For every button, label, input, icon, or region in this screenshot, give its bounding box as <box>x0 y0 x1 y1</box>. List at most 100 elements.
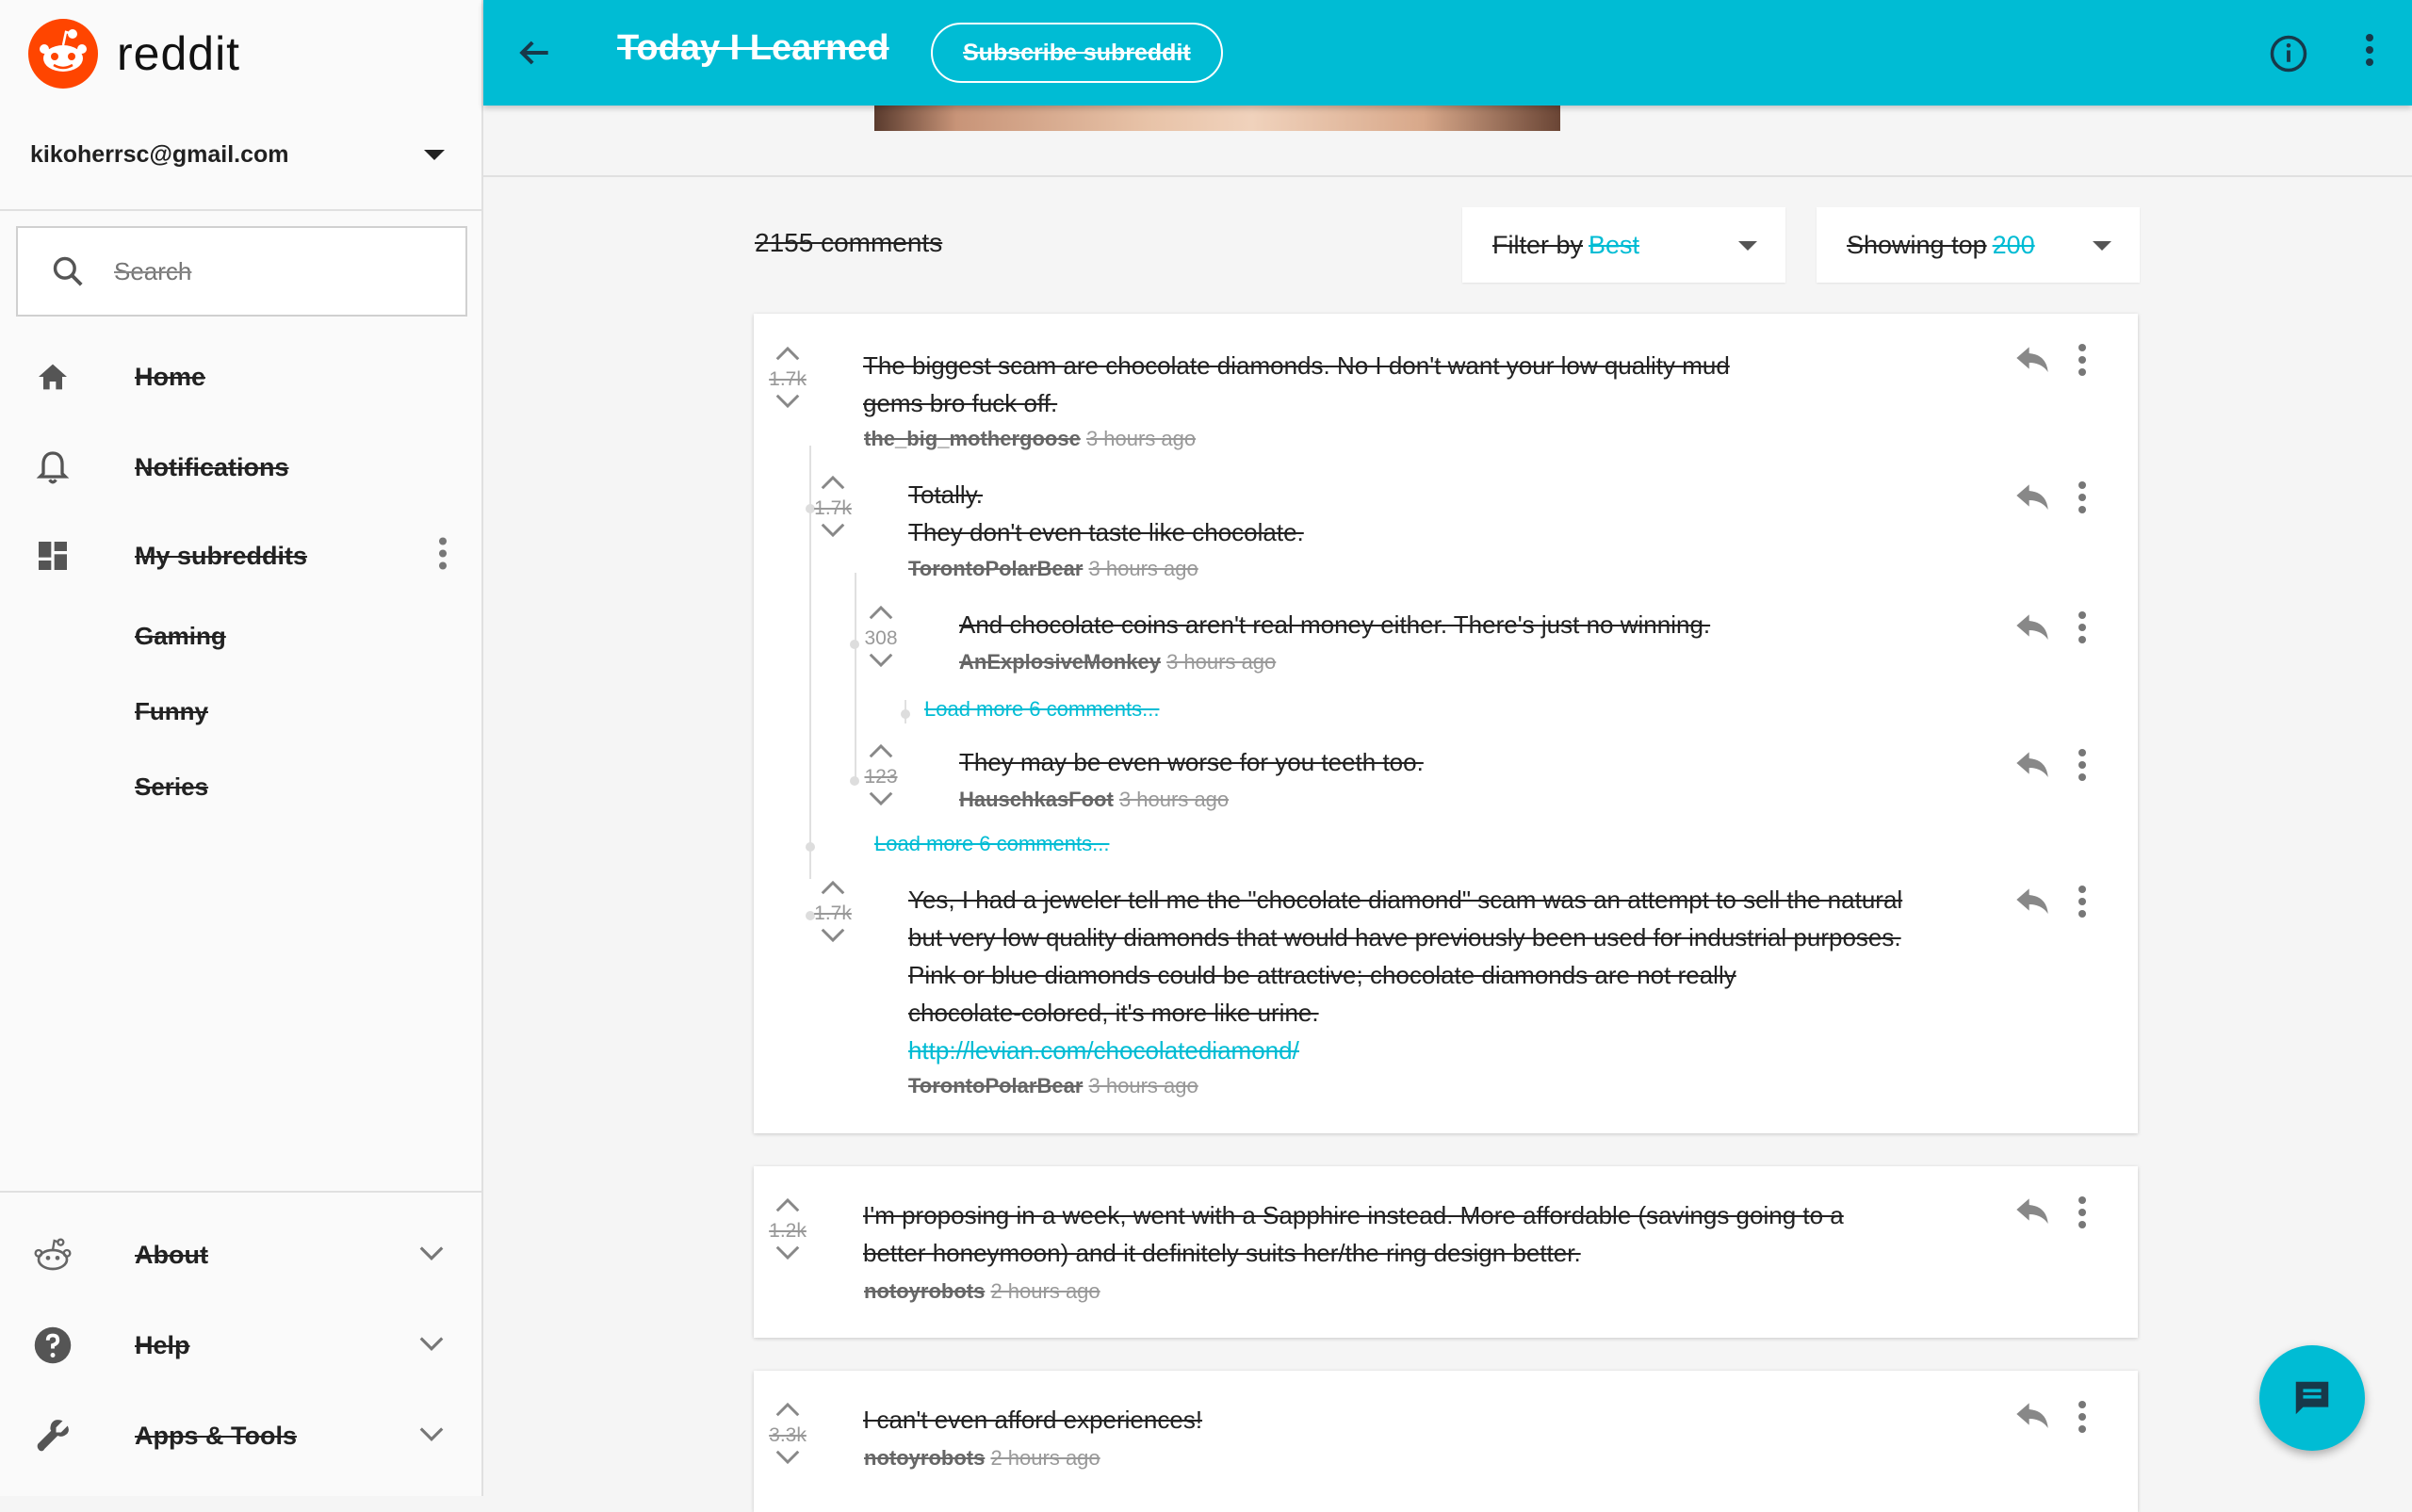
nav-apps-tools[interactable]: Apps & Tools <box>0 1393 483 1478</box>
comment-link[interactable]: http://levian.com/chocolatediamond/ <box>908 1032 1982 1069</box>
reddit-logo[interactable]: reddit <box>28 19 240 89</box>
downvote-icon[interactable] <box>774 1449 802 1466</box>
comment-text-line: I'm proposing in a week, went with a Sap… <box>863 1201 1844 1229</box>
nav-help[interactable]: Help <box>0 1303 483 1388</box>
load-more-link[interactable]: Load more 6 comments... <box>924 697 1159 722</box>
reply-icon[interactable] <box>2013 747 2051 784</box>
subreddit-item-series[interactable]: Series <box>135 772 208 802</box>
downvote-icon[interactable] <box>819 522 847 539</box>
nav-help-label: Help <box>135 1330 190 1359</box>
comment-text-line: chocolate-colored, it's more like urine. <box>908 999 1319 1027</box>
comment-author[interactable]: TorontoPolarBear <box>908 1074 1083 1097</box>
showing-label: Showing top <box>1847 230 1987 259</box>
comment-more-icon[interactable] <box>2078 886 2087 922</box>
upvote-icon[interactable] <box>819 879 847 896</box>
caret-down-icon <box>424 150 445 160</box>
upvote-icon[interactable] <box>867 604 895 621</box>
comment-author[interactable]: notoyrobots <box>864 1279 985 1303</box>
chat-icon <box>2295 1381 2329 1415</box>
comment-text-line: The biggest scam are chocolate diamonds.… <box>863 351 1730 380</box>
comment-author[interactable]: TorontoPolarBear <box>908 557 1083 580</box>
search-input[interactable] <box>114 256 434 286</box>
showing-value: 200 <box>1992 230 2035 259</box>
downvote-icon[interactable] <box>819 927 847 944</box>
comment-more-icon[interactable] <box>2078 344 2087 381</box>
wrench-icon <box>32 1415 73 1456</box>
reply-icon[interactable] <box>2013 884 2051 920</box>
upvote-icon[interactable] <box>774 1401 802 1418</box>
back-arrow-icon[interactable] <box>513 32 555 78</box>
comment-meta: TorontoPolarBear 3 hours ago <box>908 1074 1198 1098</box>
vote-control: 1.7k <box>764 345 811 415</box>
dropdown-arrow-icon <box>1738 241 1757 251</box>
more-vert-icon[interactable] <box>2365 34 2374 71</box>
reply-icon[interactable] <box>2013 1194 2051 1230</box>
comment-body: The biggest scam are chocolate diamonds.… <box>863 347 1805 422</box>
reply-icon[interactable] <box>2013 480 2051 516</box>
comment-text-line: Pink or blue diamonds could be attractiv… <box>908 961 1736 989</box>
upvote-icon[interactable] <box>819 474 847 491</box>
showing-top-select[interactable]: Showing top 200 <box>1817 207 2140 283</box>
home-icon <box>32 356 73 398</box>
load-more-link[interactable]: Load more 6 comments... <box>874 832 1109 856</box>
nav-about[interactable]: About <box>0 1212 483 1297</box>
upvote-icon[interactable] <box>774 1196 802 1213</box>
vote-count: 3.3k <box>769 1424 807 1446</box>
comment-text-line: Yes, I had a jeweler tell me the "chocol… <box>908 886 1903 914</box>
comment-thread-card: 1.7k The biggest scam are chocolate diam… <box>754 314 2138 1133</box>
vote-control: 1.7k <box>809 879 856 949</box>
comment-author[interactable]: the_big_mothergoose <box>864 427 1081 450</box>
comment-time: 3 hours ago <box>1088 557 1198 580</box>
search-box[interactable] <box>16 226 467 317</box>
reply-icon[interactable] <box>2013 1398 2051 1435</box>
comment-author[interactable]: notoyrobots <box>864 1446 985 1470</box>
reddit-alien-outline-icon <box>32 1234 73 1276</box>
comment-text-line: better honeymoon) and it definitely suit… <box>863 1239 1581 1267</box>
upvote-icon[interactable] <box>867 742 895 759</box>
downvote-icon[interactable] <box>867 652 895 669</box>
downvote-icon[interactable] <box>774 1244 802 1261</box>
nav-my-subreddits[interactable]: My subreddits <box>0 513 483 598</box>
vote-control: 1.2k <box>764 1196 811 1266</box>
comment-thread-card: 3.3k I can't even afford experiences! no… <box>754 1371 2138 1512</box>
comment-more-icon[interactable] <box>2078 1196 2087 1233</box>
reply-icon[interactable] <box>2013 342 2051 379</box>
search-icon <box>53 256 83 286</box>
vote-control: 123 <box>857 742 904 812</box>
comment-time: 3 hours ago <box>1118 788 1230 811</box>
subscribe-button[interactable]: Subscribe subreddit <box>931 23 1223 83</box>
chevron-down-icon <box>417 1424 446 1448</box>
comment-thread-card: 1.2k I'm proposing in a week, went with … <box>754 1166 2138 1338</box>
subreddit-item-gaming[interactable]: Gaming <box>135 622 226 651</box>
downvote-icon[interactable] <box>774 393 802 410</box>
comment-author[interactable]: AnExplosiveMonkey <box>959 650 1161 674</box>
comment-body: Yes, I had a jeweler tell me the "chocol… <box>908 881 1982 1069</box>
reply-icon[interactable] <box>2013 610 2051 646</box>
nav-notifications[interactable]: Notifications <box>0 425 483 510</box>
comment-more-icon[interactable] <box>2078 481 2087 518</box>
new-comment-fab[interactable] <box>2259 1345 2365 1451</box>
upvote-icon[interactable] <box>774 345 802 362</box>
nav-home[interactable]: Home <box>0 334 483 419</box>
account-switcher[interactable]: kikoherrsc@gmail.com <box>30 141 445 169</box>
downvote-icon[interactable] <box>867 790 895 807</box>
comment-more-icon[interactable] <box>2078 611 2087 648</box>
subreddits-more-icon[interactable] <box>438 537 448 575</box>
top-app-bar: Today I Learned Subscribe subreddit <box>483 0 2412 106</box>
comment-count: 2155 comments <box>755 228 943 257</box>
filter-value: Best <box>1589 230 1640 259</box>
info-icon[interactable] <box>2269 34 2308 78</box>
thread-line <box>855 573 856 785</box>
comment-more-icon[interactable] <box>2078 1401 2087 1438</box>
vote-count: 308 <box>864 627 898 649</box>
filter-select[interactable]: Filter by Best <box>1462 207 1785 283</box>
comment-meta: TorontoPolarBear 3 hours ago <box>908 557 1198 581</box>
nav-about-label: About <box>135 1240 208 1269</box>
thread-dot <box>806 842 815 852</box>
filter-label: Filter by <box>1492 230 1584 259</box>
subreddit-item-funny[interactable]: Funny <box>135 697 208 726</box>
comment-time: 3 hours ago <box>1085 427 1197 450</box>
comment-more-icon[interactable] <box>2078 749 2087 786</box>
comment-author[interactable]: HauschkasFoot <box>959 788 1114 811</box>
divider <box>0 1191 483 1193</box>
